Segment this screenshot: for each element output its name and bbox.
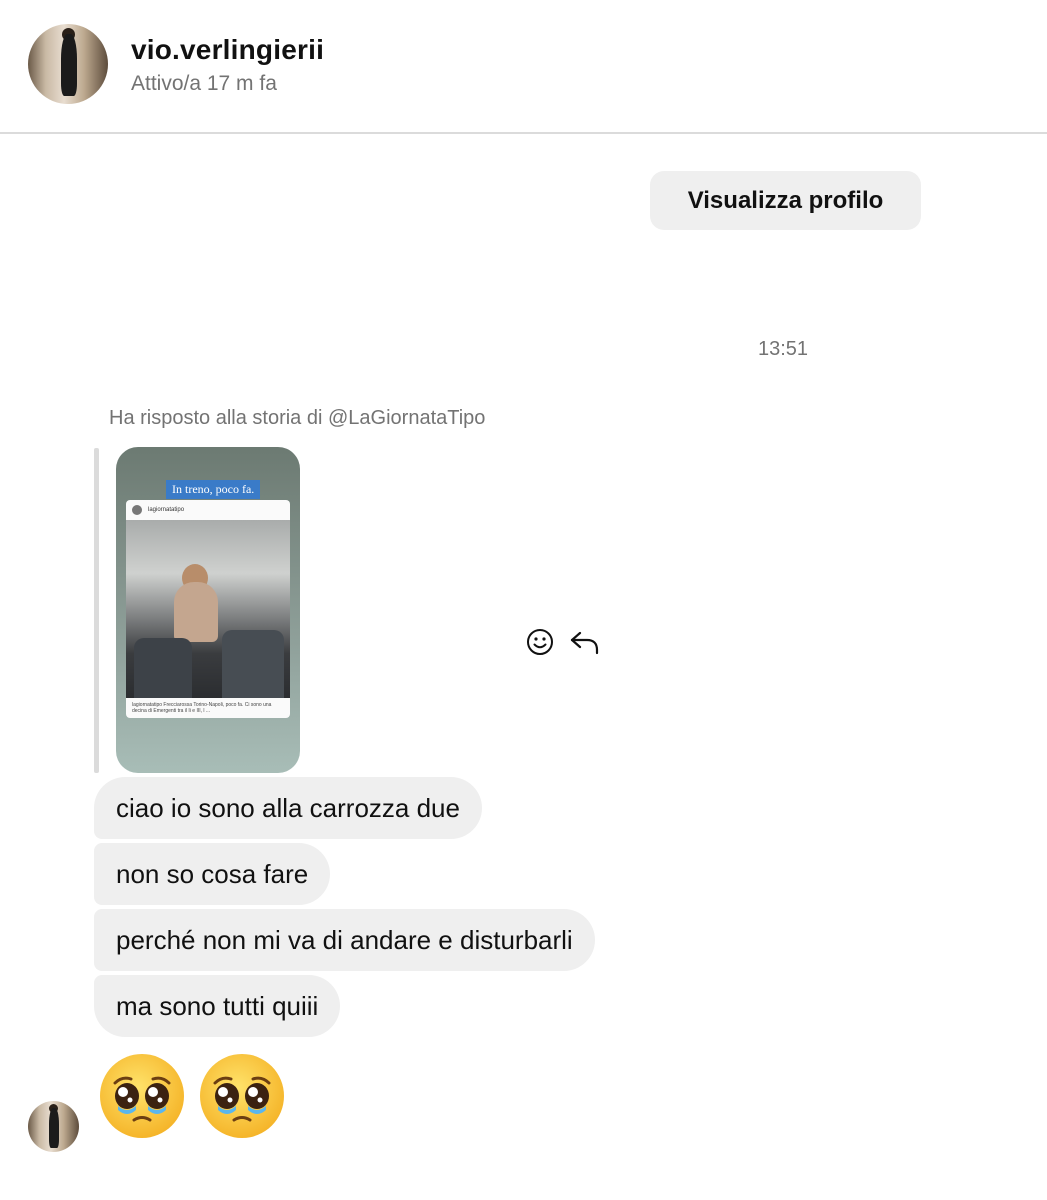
story-reply-bar	[94, 448, 99, 773]
photo-seat-left	[134, 638, 192, 698]
story-card-header: lagiornatatipo	[126, 500, 290, 520]
message-bubble[interactable]: ciao io sono alla carrozza due	[94, 777, 482, 839]
photo-seat-right	[222, 630, 284, 698]
chat-header: vio.verlingierii Attivo/a 17 m fa	[0, 0, 1047, 134]
pleading-face-emoji-icon	[200, 1054, 284, 1138]
chat-username[interactable]: vio.verlingierii	[131, 34, 324, 66]
message-bubble[interactable]: perché non mi va di andare e disturbarli	[94, 909, 595, 971]
message-bubble[interactable]: ma sono tutti quiii	[94, 975, 341, 1037]
message-bubble[interactable]: non so cosa fare	[94, 843, 331, 905]
story-card-avatar	[132, 505, 142, 515]
active-status: Attivo/a 17 m fa	[131, 72, 277, 95]
reply-arrow-icon[interactable]	[569, 628, 601, 656]
story-preview[interactable]: In treno, poco fa. lagiornatatipo lagior…	[116, 447, 300, 773]
story-post-card: lagiornatatipo lagiornatatipo Frecciaros…	[126, 500, 290, 718]
emoji-message[interactable]	[98, 1052, 286, 1140]
view-profile-button[interactable]: Visualizza profilo	[650, 171, 921, 230]
avatar-figure-shape	[49, 1108, 59, 1148]
photo-person	[174, 582, 218, 642]
story-card-caption: lagiornatatipo Frecciarossa Torino-Napol…	[132, 702, 272, 714]
pleading-face-emoji-icon	[100, 1054, 184, 1138]
story-photo	[126, 520, 290, 698]
user-avatar[interactable]	[28, 24, 108, 104]
story-overlay-text: In treno, poco fa.	[166, 480, 261, 499]
story-card-account: lagiornatatipo	[148, 507, 185, 513]
sender-avatar[interactable]	[28, 1101, 79, 1152]
avatar-figure-shape	[61, 34, 77, 96]
story-reply-note: Ha risposto alla storia di @LaGiornataTi…	[109, 407, 486, 429]
message-timestamp: 13:51	[758, 338, 809, 360]
smiley-react-icon[interactable]	[526, 628, 554, 656]
